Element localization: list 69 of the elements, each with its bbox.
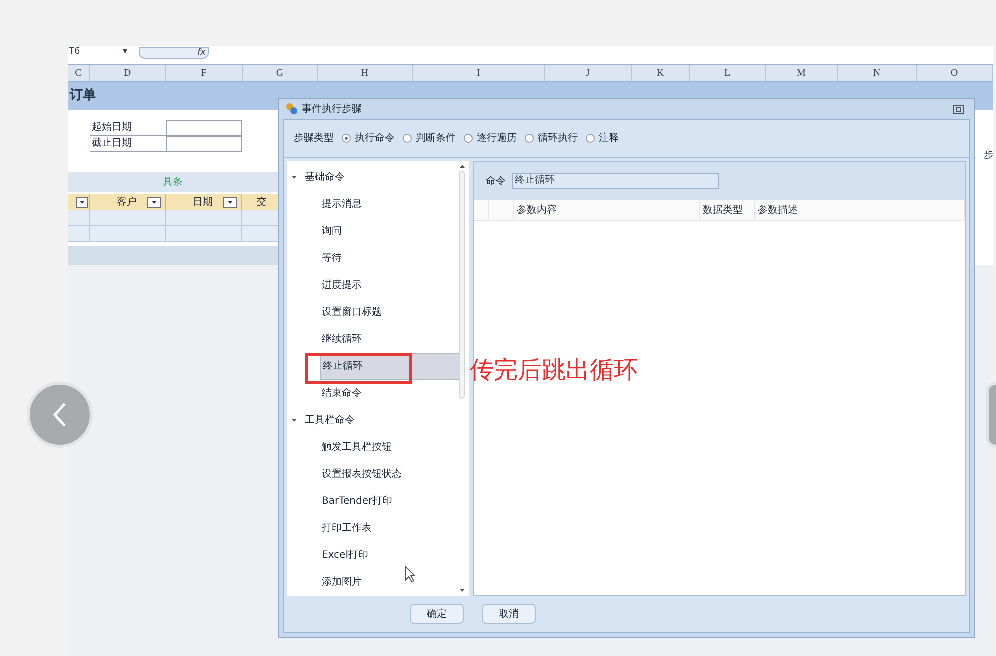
column-header[interactable]: I [413, 65, 545, 81]
tree-item[interactable]: 打印工作表 [320, 515, 460, 542]
command-label: 命令 [486, 174, 506, 188]
column-header[interactable]: H [318, 65, 413, 81]
command-field[interactable]: 终止循环 [512, 173, 719, 189]
caret-icon [80, 200, 84, 204]
tree-item[interactable]: Excel打印 [320, 542, 460, 569]
tree-item[interactable]: 设置窗口标题 [320, 299, 460, 326]
radio-option[interactable]: 逐行遍历 [464, 131, 517, 146]
tree-item[interactable]: 终止循环 [320, 353, 460, 380]
column-header[interactable]: C [68, 65, 90, 81]
scroll-up-icon[interactable] [460, 165, 464, 168]
group-header: 具条 [163, 176, 183, 190]
tree-item[interactable]: 添加图片 [320, 569, 460, 596]
tree-item[interactable]: 设置报表按钮状态 [320, 461, 460, 488]
tree-item[interactable]: 询问 [320, 218, 460, 245]
column-heading: 交 [257, 196, 267, 210]
tree-item[interactable]: BarTender打印 [320, 488, 460, 515]
radio-option[interactable]: 判断条件 [403, 131, 456, 146]
table-column-header[interactable]: 数据类型 [700, 200, 755, 220]
dialog-title: 事件执行步骤 [302, 102, 362, 116]
scroll-thumb[interactable] [459, 171, 465, 399]
step-type-label: 步骤类型 [294, 132, 334, 146]
caret-icon[interactable]: ▾ [123, 46, 133, 60]
radio-option[interactable]: 执行命令 [342, 131, 395, 146]
tree-group[interactable]: 工具栏命令 [305, 413, 355, 428]
column-header[interactable]: J [545, 65, 632, 81]
annotation-text: 传完后跳出循环 [470, 355, 638, 385]
date-input-field[interactable] [166, 136, 242, 152]
column-heading: 日期 [193, 196, 213, 210]
filter-button[interactable] [76, 196, 88, 208]
date-input-field[interactable] [166, 120, 242, 136]
column-header[interactable]: F [166, 65, 243, 81]
tree-item[interactable]: 等待 [320, 245, 460, 272]
filter-button[interactable] [147, 196, 161, 208]
tree-item[interactable]: 触发工具栏按钮 [320, 434, 460, 461]
dialog-button[interactable]: 确定 [410, 604, 464, 624]
radio-option[interactable]: 循环执行 [525, 131, 578, 146]
column-header[interactable]: N [838, 65, 917, 81]
radio-option[interactable]: 注释 [586, 131, 619, 146]
table-column-header[interactable]: 参数描述 [755, 200, 965, 220]
side-label: 步 [984, 148, 994, 163]
caret-icon [152, 200, 156, 204]
dialog-button[interactable]: 取消 [482, 604, 536, 624]
column-header[interactable]: O [917, 65, 993, 81]
tree-item[interactable]: 结束命令 [320, 380, 460, 407]
filter-button[interactable] [223, 196, 237, 208]
chevron-left-icon [52, 402, 68, 428]
column-header[interactable]: K [632, 65, 690, 81]
sheet-title: 订单 [70, 87, 96, 106]
column-header[interactable]: G [243, 65, 318, 81]
tree-item[interactable]: 进度提示 [320, 272, 460, 299]
expand-caret-icon[interactable] [292, 418, 297, 423]
table-column-header[interactable]: 参数内容 [514, 200, 700, 220]
tree-item[interactable]: 继续循环 [320, 326, 460, 353]
column-heading: 客户 [117, 196, 137, 210]
column-header[interactable]: D [90, 65, 166, 81]
close-button[interactable] [953, 104, 964, 114]
tree-item[interactable]: 提示消息 [320, 191, 460, 218]
tree-group[interactable]: 基础命令 [305, 170, 345, 185]
column-header[interactable]: M [766, 65, 838, 81]
caret-icon [228, 200, 232, 204]
name-box[interactable]: T6 [68, 46, 123, 60]
app-icon [286, 103, 298, 115]
expand-caret-icon[interactable] [292, 175, 297, 180]
fx-button[interactable]: fx [139, 47, 209, 59]
scroll-down-icon[interactable] [460, 589, 464, 592]
column-header[interactable]: L [690, 65, 766, 81]
mouse-cursor-icon [405, 566, 417, 583]
